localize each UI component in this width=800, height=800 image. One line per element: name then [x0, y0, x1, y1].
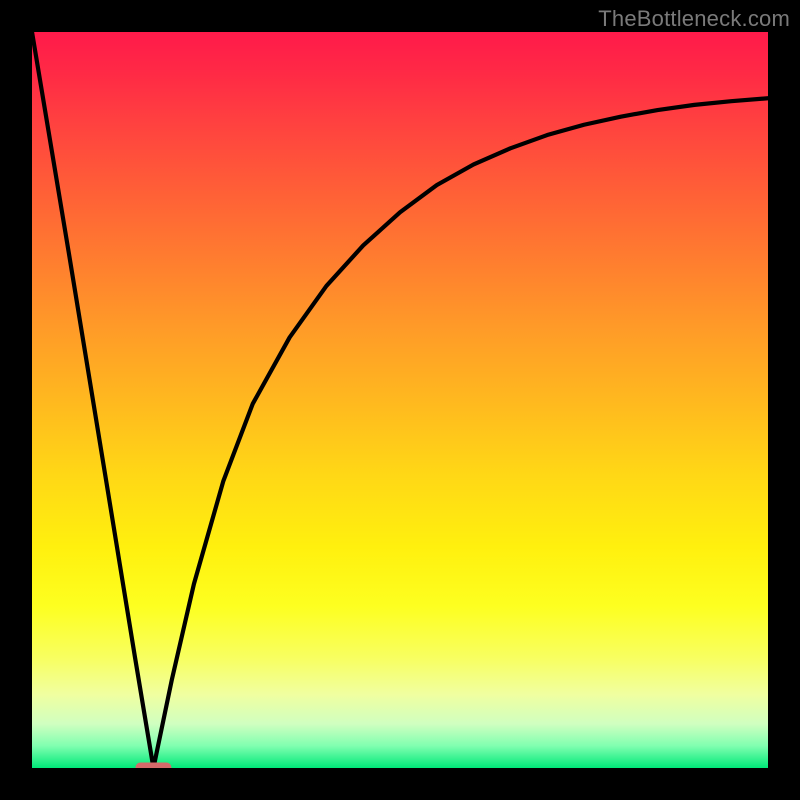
- chart-frame: TheBottleneck.com: [0, 0, 800, 800]
- watermark-text: TheBottleneck.com: [598, 6, 790, 32]
- chart-svg: [32, 32, 768, 768]
- bottleneck-curve-path: [32, 32, 768, 768]
- minimum-marker: [135, 763, 171, 769]
- plot-area: [32, 32, 768, 768]
